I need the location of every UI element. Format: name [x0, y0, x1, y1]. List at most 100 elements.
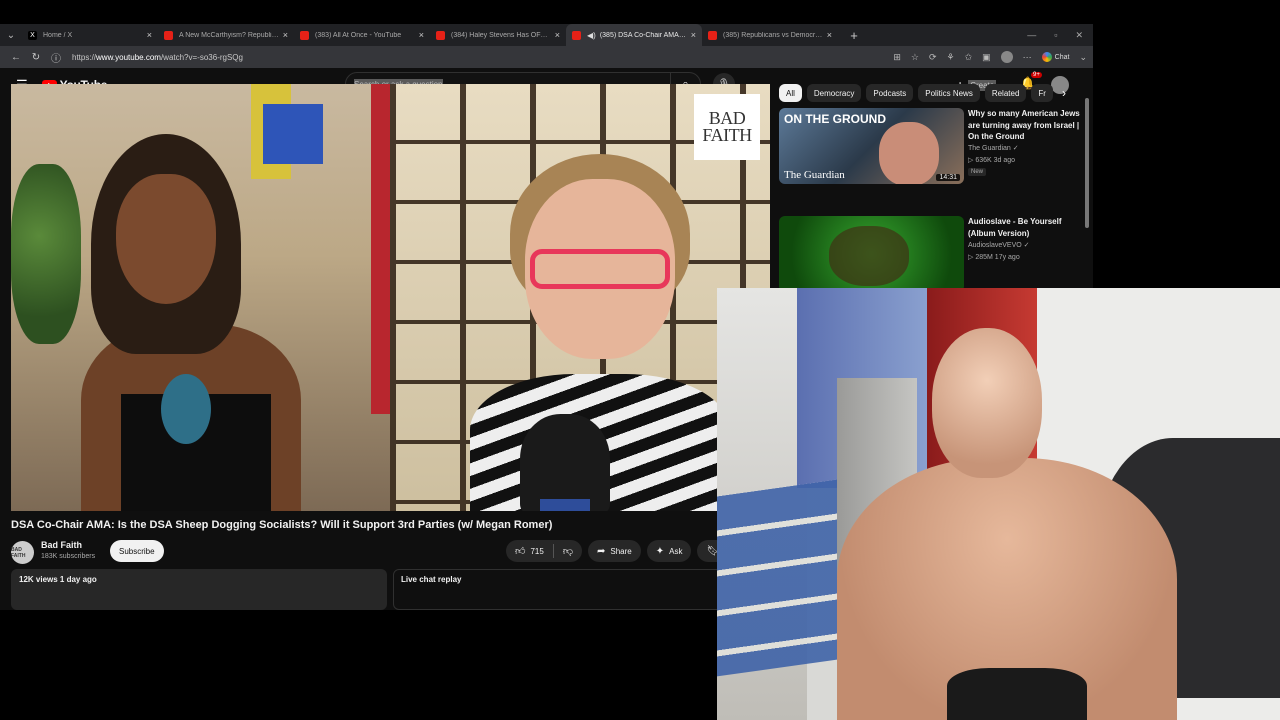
extensions-icon[interactable]: ⚘	[947, 52, 955, 63]
close-icon[interactable]: ×	[827, 30, 832, 40]
chip-all[interactable]: All	[779, 84, 802, 102]
profile-avatar[interactable]	[1000, 51, 1013, 63]
app-available-icon[interactable]: ⊞	[893, 52, 901, 63]
video-actions: 👍︎ 715 👎︎ ➦ Share ✦ Ask 🔖︎	[506, 540, 729, 562]
collections-icon[interactable]: ▣	[982, 52, 991, 63]
site-info-icon[interactable]: ⓘ	[46, 50, 66, 65]
refresh-extension-icon[interactable]: ⟳	[929, 52, 937, 63]
chip-related[interactable]: Related	[984, 84, 1027, 102]
dislike-button[interactable]: 👎︎	[554, 540, 582, 562]
tab-republicans-vs-democrats[interactable]: (385) Republicans vs Democrats C ×	[702, 24, 838, 46]
tab-label: (385) Republicans vs Democrats C	[723, 31, 823, 39]
recommendation-title[interactable]: Audioslave - Be Yourself (Album Version)	[968, 216, 1080, 239]
video-thumbnail[interactable]	[779, 216, 964, 292]
favorites-icon[interactable]: ✩	[965, 52, 973, 63]
speaker-icon[interactable]: ◀)	[587, 31, 596, 40]
scrollbar[interactable]	[1085, 98, 1089, 228]
chip-podcasts[interactable]: Podcasts	[866, 84, 914, 102]
video-right-pane: BAD FAITH	[390, 84, 770, 511]
tab-all-at-once[interactable]: (383) All At Once - YouTube ×	[294, 24, 430, 46]
tab-label: Home / X	[43, 31, 73, 39]
verified-icon: ✓	[1023, 242, 1030, 249]
tab-haley-stevens[interactable]: (384) Haley Stevens Has OFFICIAL ×	[430, 24, 566, 46]
tab-search-icon[interactable]: ⌄	[0, 24, 22, 46]
chat-replay-label: Live chat replay	[401, 575, 462, 584]
youtube-icon	[436, 30, 445, 40]
recommendation-title[interactable]: Why so many American Jews are turning aw…	[968, 108, 1080, 143]
microphone-left	[161, 374, 211, 444]
recommendation-channel[interactable]: The Guardian ✓	[968, 144, 1019, 152]
streamer-head	[932, 328, 1042, 478]
share-button[interactable]: ➦ Share	[587, 540, 641, 562]
meta-label: 636K 3d ago	[975, 157, 1016, 164]
thumbnail-face	[829, 226, 909, 286]
notification-count-badge: 9+	[1031, 72, 1042, 78]
ask-label: Ask	[669, 546, 683, 556]
bad-faith-logo: BAD FAITH	[694, 94, 760, 160]
verified-icon: ✓	[1012, 145, 1019, 152]
webcam-overlay	[717, 288, 1280, 720]
background-decor	[371, 84, 390, 414]
close-icon[interactable]: ×	[147, 30, 152, 40]
stacked-boxes	[717, 479, 837, 677]
chat-label: Chat	[1054, 53, 1070, 61]
views-and-date: 12K views 1 day ago	[19, 575, 97, 584]
recommendation-item[interactable]: Audioslave - Be Yourself (Album Version)…	[779, 216, 1079, 294]
live-chat-replay-panel[interactable]: Live chat replay	[393, 569, 723, 610]
filter-chips: All Democracy Podcasts Politics News Rel…	[779, 84, 1066, 102]
video-left-pane	[11, 84, 390, 511]
tab-dsa-co-chair[interactable]: ◀) (385) DSA Co-Chair AMA: Is th ×	[566, 24, 702, 46]
video-thumbnail[interactable]: ON THE GROUND The Guardian 14:31	[779, 108, 964, 184]
chevron-right-icon[interactable]: ›	[1062, 86, 1066, 100]
youtube-icon	[164, 30, 173, 40]
recommendation-channel[interactable]: AudioslaveVEVO ✓	[968, 241, 1030, 249]
close-icon[interactable]: ×	[419, 30, 424, 40]
recommendation-meta: ▷ 285M 17y ago	[968, 253, 1020, 261]
chip-truncated[interactable]: Fr	[1031, 84, 1053, 102]
channel-name[interactable]: Bad Faith	[41, 540, 82, 550]
tab-label: (385) DSA Co-Chair AMA: Is th	[599, 31, 687, 39]
tab-mccarthyism[interactable]: A New McCarthyism? Republicans ×	[158, 24, 294, 46]
channel-label: AudioslaveVEVO	[968, 242, 1022, 249]
recommendation-item[interactable]: ON THE GROUND The Guardian 14:31 Why so …	[779, 108, 1080, 186]
like-count: 715	[530, 546, 544, 556]
channel-avatar[interactable]: BAD FAITH	[11, 541, 34, 564]
duration-badge: 14:31	[936, 174, 960, 181]
video-player[interactable]: BAD FAITH	[11, 84, 770, 511]
more-menu-icon[interactable]: ⋯	[1023, 52, 1032, 63]
thumbnail-brand: The Guardian	[784, 169, 845, 181]
new-badge: New	[968, 168, 987, 176]
ask-button[interactable]: ✦ Ask	[646, 540, 692, 562]
background-plant	[11, 164, 81, 344]
streamer-shorts	[947, 668, 1087, 720]
chip-democracy[interactable]: Democracy	[806, 84, 862, 102]
minimize-icon[interactable]: —	[1027, 30, 1036, 41]
subscribe-button[interactable]: Subscribe	[110, 540, 164, 562]
video-title: DSA Co-Chair AMA: Is the DSA Sheep Doggi…	[11, 519, 553, 531]
reload-icon[interactable]: ↻	[26, 52, 46, 63]
browser-toolbar: ⊞ ☆ ⟳ ⚘ ✩ ▣ ⋯ Chat ⌄	[893, 51, 1087, 63]
url-field[interactable]: https://www.youtube.com/watch?v=-so36-rg…	[72, 53, 243, 62]
copilot-chat-button[interactable]: Chat	[1041, 52, 1070, 62]
chip-politics-news[interactable]: Politics News	[918, 84, 980, 102]
channel-label: The Guardian	[968, 145, 1011, 152]
tab-label: (384) Haley Stevens Has OFFICIAL	[451, 31, 551, 39]
close-icon[interactable]: ×	[283, 30, 288, 40]
guest-glasses	[530, 249, 670, 289]
description-box[interactable]: 12K views 1 day ago	[11, 569, 387, 610]
tab-x[interactable]: X Home / X ×	[22, 24, 158, 46]
favorite-star-icon[interactable]: ☆	[911, 52, 919, 63]
back-icon[interactable]: ←	[6, 52, 26, 63]
tab-label: (383) All At Once - YouTube	[315, 31, 402, 39]
maximize-icon[interactable]: ▫	[1054, 30, 1057, 41]
close-icon[interactable]: ×	[555, 30, 560, 40]
channel-row: BAD FAITH Bad Faith 183K subscribers Sub…	[11, 539, 729, 565]
like-dislike-group: 👍︎ 715 👎︎	[506, 540, 582, 562]
new-tab-button[interactable]: +	[844, 28, 864, 43]
like-button[interactable]: 👍︎ 715	[506, 540, 553, 562]
close-icon[interactable]: ×	[691, 30, 696, 40]
close-window-icon[interactable]: ✕	[1075, 30, 1083, 41]
tab-bar: ⌄ X Home / X × A New McCarthyism? Republ…	[0, 24, 1093, 46]
chevron-down-icon[interactable]: ⌄	[1079, 52, 1087, 63]
host-left	[81, 134, 301, 511]
